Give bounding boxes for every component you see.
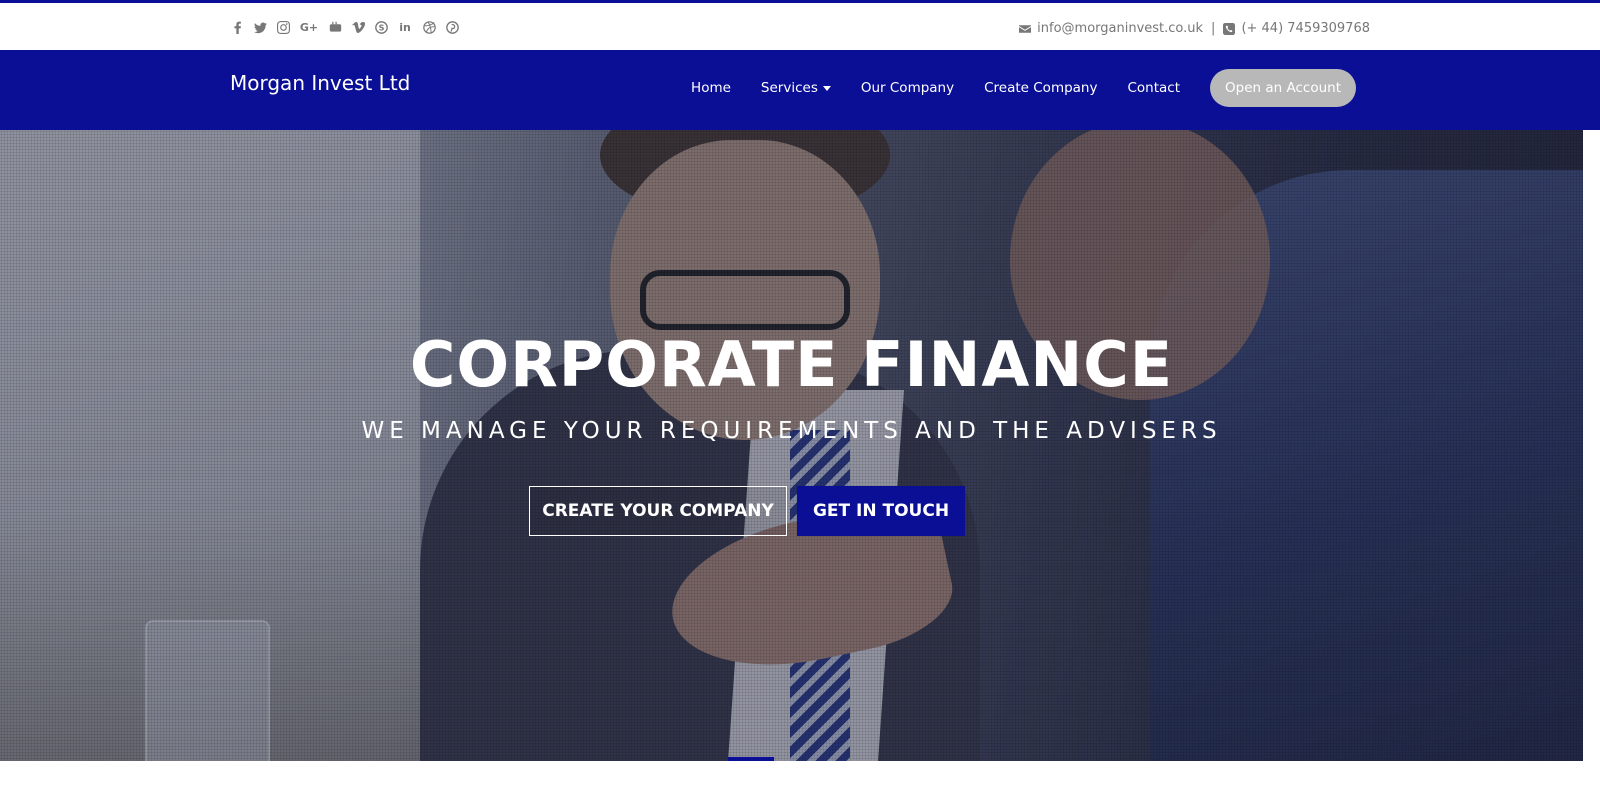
hero-title: CORPORATE FINANCE [409, 328, 1174, 401]
dribbble-icon[interactable] [422, 20, 436, 34]
get-in-touch-button[interactable]: GET IN TOUCH [797, 486, 965, 536]
nav-item-create-company[interactable]: Create Company [984, 69, 1097, 107]
skype-icon[interactable]: S [374, 20, 388, 34]
nav-menu: Home Services Our Company Create Company… [661, 69, 1356, 107]
slide-indicator[interactable] [728, 757, 774, 761]
contact-phone[interactable]: (+ 44) 7459309768 [1241, 21, 1370, 36]
top-bar: G+ S in info@morganinvest.co.uk | (+ 44)… [0, 3, 1600, 50]
google-plus-icon[interactable]: G+ [299, 20, 319, 34]
twitter-icon[interactable] [253, 20, 267, 34]
envelope-icon [1019, 24, 1032, 33]
vimeo-icon[interactable] [351, 20, 365, 34]
create-company-button[interactable]: CREATE YOUR COMPANY [529, 486, 787, 536]
main-navbar: Morgan Invest Ltd Home Services Our Comp… [0, 50, 1600, 130]
pinterest-icon[interactable] [445, 20, 459, 34]
caret-down-icon [822, 86, 831, 91]
social-links: G+ S in [230, 20, 459, 34]
instagram-icon[interactable] [276, 20, 290, 34]
hero-subtitle: WE MANAGE YOUR REQUIREMENTS AND THE ADVI… [361, 418, 1222, 444]
page-scrollbar[interactable] [1583, 130, 1600, 789]
nav-item-contact[interactable]: Contact [1127, 69, 1180, 107]
facebook-icon[interactable] [230, 20, 244, 34]
brand-logo-text[interactable]: Morgan Invest Ltd [230, 71, 410, 95]
open-account-button[interactable]: Open an Account [1210, 69, 1356, 107]
contact-separator: | [1211, 21, 1216, 36]
phone-icon [1223, 22, 1236, 35]
nav-item-services-label: Services [760, 80, 818, 96]
svg-text:S: S [378, 22, 384, 32]
hero-buttons: CREATE YOUR COMPANY GET IN TOUCH [529, 486, 965, 536]
contact-email[interactable]: info@morganinvest.co.uk [1037, 21, 1203, 36]
hero-banner [0, 130, 1583, 761]
contact-info: info@morganinvest.co.uk | (+ 44) 7459309… [1019, 21, 1370, 36]
linkedin-icon[interactable]: in [397, 20, 413, 34]
hero-overlay [0, 130, 1583, 761]
nav-item-home[interactable]: Home [691, 69, 731, 107]
youtube-icon[interactable] [328, 20, 342, 34]
nav-item-services[interactable]: Services [761, 69, 831, 107]
nav-item-our-company[interactable]: Our Company [861, 69, 954, 107]
